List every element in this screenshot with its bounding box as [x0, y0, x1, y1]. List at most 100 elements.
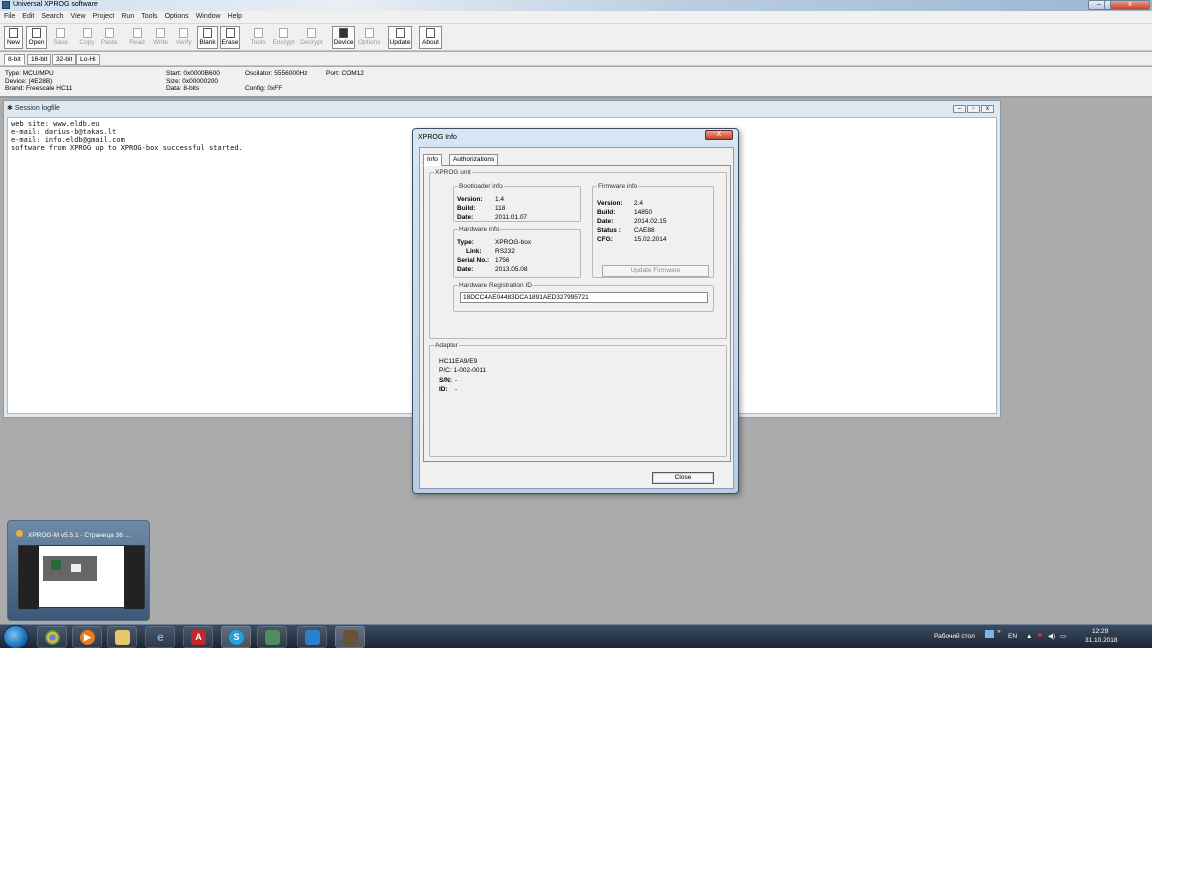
device-button[interactable]: Device [332, 26, 355, 49]
title-bar: Universal XPROG software – ▫ x [0, 0, 1152, 11]
info-tab-page: XPROG unit Bootloader info Version: 1.4 B… [423, 165, 731, 462]
data-width: Data: 8-bits [166, 85, 200, 92]
close-button[interactable]: x [1110, 0, 1150, 10]
update-button[interactable]: Update [388, 26, 412, 49]
paste-button[interactable]: Paste [98, 26, 120, 49]
registration-id-field[interactable]: 18DCC4AE04483DCA1891AED327995721 [460, 292, 708, 303]
new-button[interactable]: New [4, 26, 23, 49]
tab-32-bit[interactable]: 32-bit [52, 54, 77, 65]
device-info-panel: Type: MCU/MPU Device: (4E28B) Brand: Fre… [0, 67, 1152, 98]
firmware-info-group: Firmware info Version: 2.4 Build: 14850 Da… [592, 183, 714, 278]
save-button[interactable]: Save [50, 26, 71, 49]
mdi-restore-button[interactable]: ▫ [967, 105, 980, 113]
tools-button[interactable]: Tools [248, 26, 268, 49]
taskbar-remote-desktop[interactable] [257, 626, 287, 648]
menu-run[interactable]: Run [117, 11, 137, 20]
folder-icon [115, 630, 130, 645]
adapter-id: ID: - [439, 386, 458, 393]
expand-chevron-icon[interactable]: » [997, 628, 1001, 635]
menu-help[interactable]: Help [224, 11, 245, 20]
hardware-date: Date: 2013.05.08 [457, 266, 528, 273]
menu-project[interactable]: Project [89, 11, 118, 20]
app-icon [2, 1, 10, 9]
read-icon [132, 28, 142, 38]
update-icon [395, 28, 405, 38]
adapter-legend: Adapter [435, 342, 458, 349]
taskbar-media-player[interactable]: ▶ [72, 626, 102, 648]
firmware-build: Build: 14850 [597, 209, 653, 216]
desktop-screen: Universal XPROG software – ▫ x FileEditS… [0, 0, 1152, 648]
decrypt-button[interactable]: Decrypt [298, 26, 325, 49]
action-center-flag-icon[interactable]: ⚑ [1037, 632, 1043, 640]
menu-edit[interactable]: Edit [18, 11, 37, 20]
hardware-info-group: Hardware info Type: XPROG-box Link: RS232 … [453, 226, 581, 278]
paste-icon [104, 28, 114, 38]
read-button[interactable]: Read [127, 26, 147, 49]
device-brand: Brand: Freescale HC11 [5, 85, 73, 92]
clock-date[interactable]: 31.10.2018 [1085, 637, 1118, 644]
start-button[interactable] [3, 625, 29, 648]
info-icon [426, 28, 435, 38]
taskbar-xprog[interactable] [335, 626, 365, 648]
menu-view[interactable]: View [67, 11, 89, 20]
taskbar-thumbnail-preview[interactable]: XPROG-M v5.5.1 - Страница 36 ... [7, 520, 150, 621]
update-firmware-button[interactable]: Update Firmware [602, 265, 709, 277]
taskbar-acrobat[interactable]: A [183, 626, 213, 648]
thumbnail-title: XPROG-M v5.5.1 - Страница 36 ... [28, 532, 131, 539]
save-icon [56, 28, 65, 38]
show-hidden-icons[interactable]: ▲ [1026, 633, 1032, 640]
firmware-cfg: CFG: 15.02.2014 [597, 236, 667, 243]
volume-icon[interactable]: ◀) [1048, 632, 1055, 640]
taskbar-app[interactable] [297, 626, 327, 648]
desktop-toolbar-label[interactable]: Рабочий стол [934, 633, 975, 640]
options-button[interactable]: Options [357, 26, 381, 49]
menu-search[interactable]: Search [37, 11, 66, 20]
copy-icon [82, 28, 92, 38]
clock-time[interactable]: 12:29 [1092, 628, 1108, 635]
registration-legend: Hardware Registration ID [459, 282, 532, 289]
write-icon [156, 28, 165, 38]
encrypt-button[interactable]: Encrypt [271, 26, 296, 49]
hardware-type: Type: XPROG-box [457, 239, 532, 246]
language-indicator[interactable]: EN [1008, 633, 1017, 640]
taskbar-skype[interactable]: S [221, 626, 251, 648]
taskbar-chrome[interactable] [37, 626, 67, 648]
menu-tools[interactable]: Tools [137, 11, 160, 20]
verify-button[interactable]: Verify [173, 26, 194, 49]
new-file-icon [9, 28, 18, 38]
unlock-icon [307, 28, 316, 38]
bit-width-tabs: 8-bit 16-bit 32-bit Lo-Hi [0, 52, 1152, 66]
mdi-close-button[interactable]: x [981, 105, 994, 113]
taskbar-internet-explorer[interactable]: e [145, 626, 175, 648]
firmware-status: Status : CAE88 [597, 227, 655, 234]
window-title: Universal XPROG software [13, 1, 98, 8]
firmware-legend: Firmware info [598, 183, 638, 190]
erase-button[interactable]: Erase [220, 26, 240, 49]
menu-window[interactable]: Window [192, 11, 224, 20]
port: Port: COM12 [326, 70, 364, 77]
dialog-close-x-button[interactable]: X [705, 130, 733, 140]
write-button[interactable]: Write [151, 26, 170, 49]
taskbar-explorer[interactable] [107, 626, 137, 648]
tab-lo-hi[interactable]: Lo-Hi [76, 54, 100, 65]
oscillator: Oscilator: 5556000Hz [245, 70, 308, 77]
blank-button[interactable]: Blank [197, 26, 218, 49]
tab-8-bit[interactable]: 8-bit [4, 54, 25, 65]
tab-info[interactable]: Info [423, 154, 442, 166]
skype-icon: S [229, 630, 244, 645]
network-icon[interactable]: ▭ [1060, 632, 1066, 640]
taskbar: ▶ e A S Рабочий стол » EN ▲ ⚑ ◀) ▭ 12:29… [0, 624, 1152, 648]
about-button[interactable]: About [419, 26, 442, 49]
open-button[interactable]: Open [26, 26, 47, 49]
close-button[interactable]: Close [652, 472, 714, 484]
device-type: Type: MCU/MPU [5, 70, 54, 77]
verify-icon [179, 28, 188, 38]
acrobat-icon: A [191, 630, 206, 645]
mdi-minimize-button[interactable]: – [953, 105, 966, 113]
hardware-serial: Serial No.: 1756 [457, 257, 510, 264]
menu-file[interactable]: File [0, 11, 18, 20]
menu-options[interactable]: Options [161, 11, 192, 20]
desktop-icon [985, 630, 994, 638]
tab-16-bit[interactable]: 16-bit [27, 54, 52, 65]
copy-button[interactable]: Copy [78, 26, 96, 49]
